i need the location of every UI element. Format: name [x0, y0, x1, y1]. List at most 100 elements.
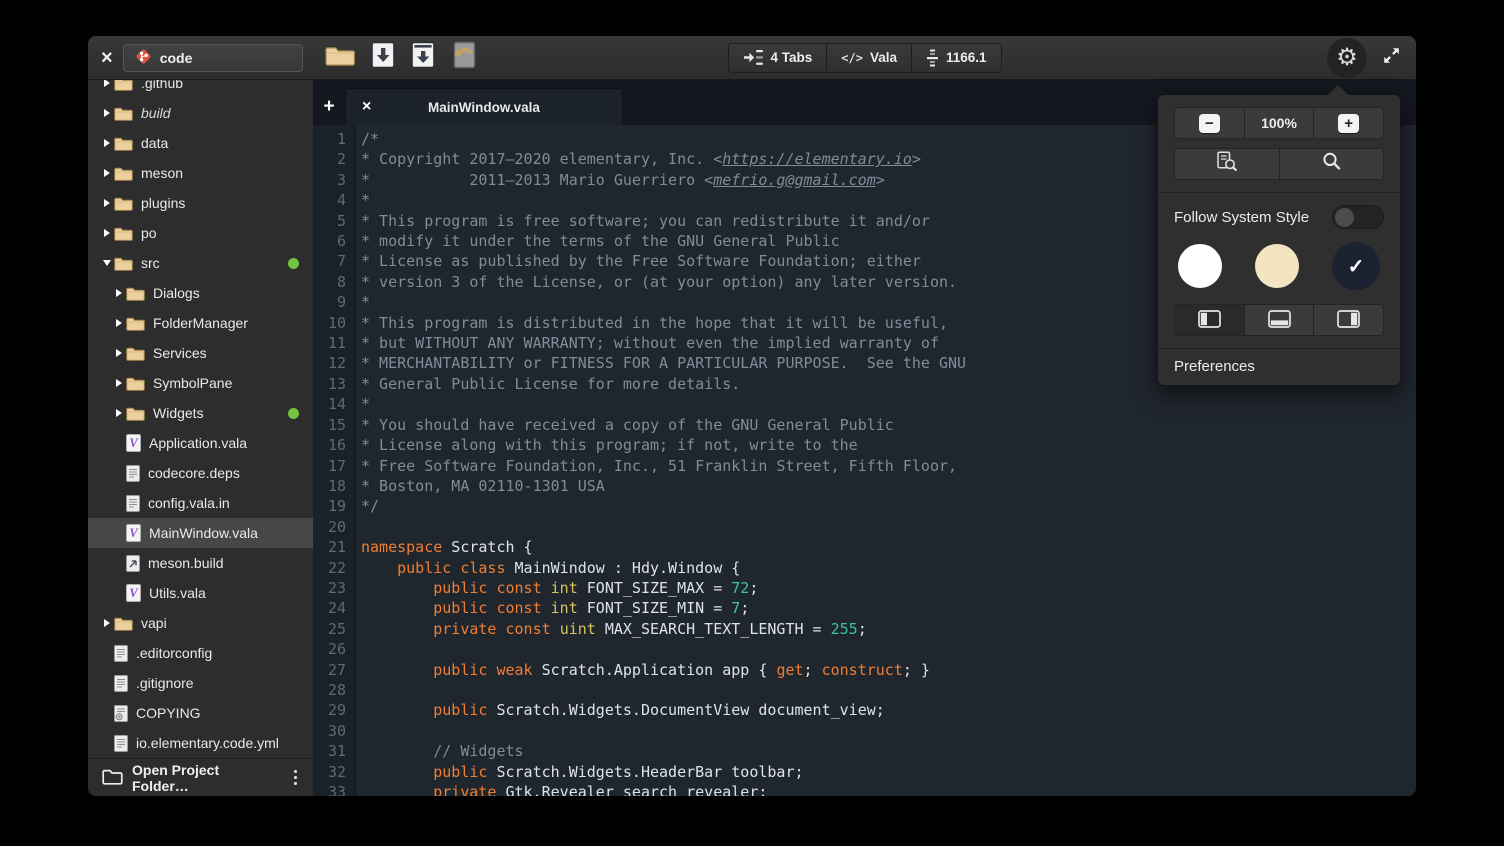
- open-project-folder-button[interactable]: Open Project Folder…: [88, 758, 313, 796]
- tree-item-data[interactable]: data: [88, 128, 313, 158]
- zoom-in-button[interactable]: +: [1313, 108, 1383, 138]
- tree-item-application-vala[interactable]: VApplication.vala: [88, 428, 313, 458]
- tree-item-plugins[interactable]: plugins: [88, 188, 313, 218]
- tree-item-dialogs[interactable]: Dialogs: [88, 278, 313, 308]
- tab-close-button[interactable]: ×: [362, 98, 371, 116]
- language-button[interactable]: </>Vala: [826, 44, 911, 72]
- code-line[interactable]: 15* You should have received a copy of t…: [313, 415, 1416, 435]
- layout-sidebar-left-button[interactable]: [1175, 305, 1244, 335]
- kebab-menu-icon[interactable]: [288, 766, 303, 789]
- expander-icon[interactable]: [100, 199, 114, 207]
- code-segment: Scratch.Widgets.HeaderBar toolbar;: [487, 763, 803, 781]
- expander-icon[interactable]: [100, 139, 114, 147]
- tree-item-io-elementary-code-yml[interactable]: io.elementary.code.yml: [88, 728, 313, 758]
- code-line[interactable]: 30: [313, 721, 1416, 741]
- tree-item-services[interactable]: Services: [88, 338, 313, 368]
- tree-item--editorconfig[interactable]: .editorconfig: [88, 638, 313, 668]
- code-line[interactable]: 17* Free Software Foundation, Inc., 51 F…: [313, 456, 1416, 476]
- layout-bottom-panel-button[interactable]: [1244, 305, 1314, 335]
- code-icon: </>: [841, 51, 863, 65]
- tree-item-config-vala-in[interactable]: config.vala.in: [88, 488, 313, 518]
- search-button[interactable]: [1279, 149, 1384, 179]
- tree-item-codecore-deps[interactable]: codecore.deps: [88, 458, 313, 488]
- style-light-button[interactable]: [1178, 244, 1222, 288]
- code-line[interactable]: 32 public Scratch.Widgets.HeaderBar tool…: [313, 762, 1416, 782]
- line-number: 31: [313, 741, 355, 761]
- expander-icon[interactable]: [112, 289, 126, 297]
- code-line[interactable]: 31 // Widgets: [313, 741, 1416, 761]
- new-tab-button[interactable]: +: [313, 96, 345, 118]
- preferences-menu-item[interactable]: Preferences: [1158, 348, 1400, 385]
- code-line[interactable]: 29 public Scratch.Widgets.DocumentView d…: [313, 700, 1416, 720]
- code-text: // Widgets: [355, 741, 524, 761]
- code-text: public const int FONT_SIZE_MIN = 7;: [355, 598, 749, 618]
- code-line[interactable]: 20: [313, 517, 1416, 537]
- code-segment: get: [776, 661, 803, 679]
- code-line[interactable]: 26: [313, 639, 1416, 659]
- code-text: *: [355, 190, 370, 210]
- code-line[interactable]: 27 public weak Scratch.Application app {…: [313, 660, 1416, 680]
- code-line[interactable]: 25 private const uint MAX_SEARCH_TEXT_LE…: [313, 619, 1416, 639]
- code-line[interactable]: 33 private Gtk.Revealer search_revealer;: [313, 782, 1416, 796]
- tree-item-vapi[interactable]: vapi: [88, 608, 313, 638]
- revert-button[interactable]: [451, 41, 478, 74]
- expander-icon[interactable]: [100, 260, 114, 266]
- code-line[interactable]: 19*/: [313, 496, 1416, 516]
- tabs-overview-button[interactable]: 4 Tabs: [728, 44, 826, 72]
- code-segment: ;: [749, 579, 758, 597]
- follow-system-style-toggle[interactable]: [1332, 205, 1384, 229]
- tree-item-build[interactable]: build: [88, 98, 313, 128]
- save-as-button[interactable]: [411, 41, 436, 74]
- style-dark-button[interactable]: ✓: [1332, 242, 1380, 290]
- style-sepia-button[interactable]: [1255, 244, 1299, 288]
- expander-icon[interactable]: [112, 409, 126, 417]
- expander-icon[interactable]: [100, 169, 114, 177]
- text-icon: [114, 645, 128, 662]
- expander-icon[interactable]: [100, 619, 114, 627]
- tree-item-meson-build[interactable]: meson.build: [88, 548, 313, 578]
- code-segment: >: [876, 171, 885, 189]
- code-line[interactable]: 24 public const int FONT_SIZE_MIN = 7;: [313, 598, 1416, 618]
- tree-item--gitignore[interactable]: .gitignore: [88, 668, 313, 698]
- expander-icon[interactable]: [112, 319, 126, 327]
- expander-icon[interactable]: [100, 80, 114, 87]
- code-line[interactable]: 18* Boston, MA 02110-1301 USA: [313, 476, 1416, 496]
- layout-sidebar-right-button[interactable]: [1313, 305, 1383, 335]
- code-line[interactable]: 21namespace Scratch {: [313, 537, 1416, 557]
- tab-mainwindow-vala[interactable]: × MainWindow.vala: [345, 88, 623, 125]
- find-in-file-button[interactable]: [1175, 149, 1279, 179]
- tree-item-po[interactable]: po: [88, 218, 313, 248]
- folder-icon: [114, 256, 133, 271]
- code-line[interactable]: 28: [313, 680, 1416, 700]
- tree-item-meson[interactable]: meson: [88, 158, 313, 188]
- tree-item-foldermanager[interactable]: FolderManager: [88, 308, 313, 338]
- window-close-button[interactable]: ×: [101, 50, 113, 66]
- zoom-out-button[interactable]: −: [1175, 108, 1244, 138]
- line-number: 19: [313, 496, 355, 516]
- tree-item-copying[interactable]: COPYING: [88, 698, 313, 728]
- expander-icon[interactable]: [100, 109, 114, 117]
- tree-item-symbolpane[interactable]: SymbolPane: [88, 368, 313, 398]
- tree-item-mainwindow-vala[interactable]: VMainWindow.vala: [88, 518, 313, 548]
- save-button[interactable]: [371, 41, 396, 74]
- code-line[interactable]: 23 public const int FONT_SIZE_MAX = 72;: [313, 578, 1416, 598]
- expander-icon[interactable]: [100, 229, 114, 237]
- tree-item-src[interactable]: src: [88, 248, 313, 278]
- code-line[interactable]: 14*: [313, 394, 1416, 414]
- settings-button[interactable]: ⚙: [1327, 38, 1367, 78]
- open-file-button[interactable]: [325, 44, 356, 72]
- line-number: 23: [313, 578, 355, 598]
- fullscreen-button[interactable]: [1381, 45, 1402, 71]
- tree-item-utils-vala[interactable]: VUtils.vala: [88, 578, 313, 608]
- folder-icon: [114, 196, 133, 211]
- tree-item-widgets[interactable]: Widgets: [88, 398, 313, 428]
- project-button[interactable]: code: [123, 44, 303, 72]
- code-line[interactable]: 16* License along with this program; if …: [313, 435, 1416, 455]
- expander-icon[interactable]: [112, 379, 126, 387]
- zoom-level[interactable]: 100%: [1244, 108, 1314, 138]
- expander-icon[interactable]: [112, 349, 126, 357]
- goto-line-button[interactable]: 1166.1: [911, 44, 1001, 72]
- tree-item--github[interactable]: .github: [88, 80, 313, 98]
- code-line[interactable]: 22 public class MainWindow : Hdy.Window …: [313, 558, 1416, 578]
- code-segment: construct: [822, 661, 903, 679]
